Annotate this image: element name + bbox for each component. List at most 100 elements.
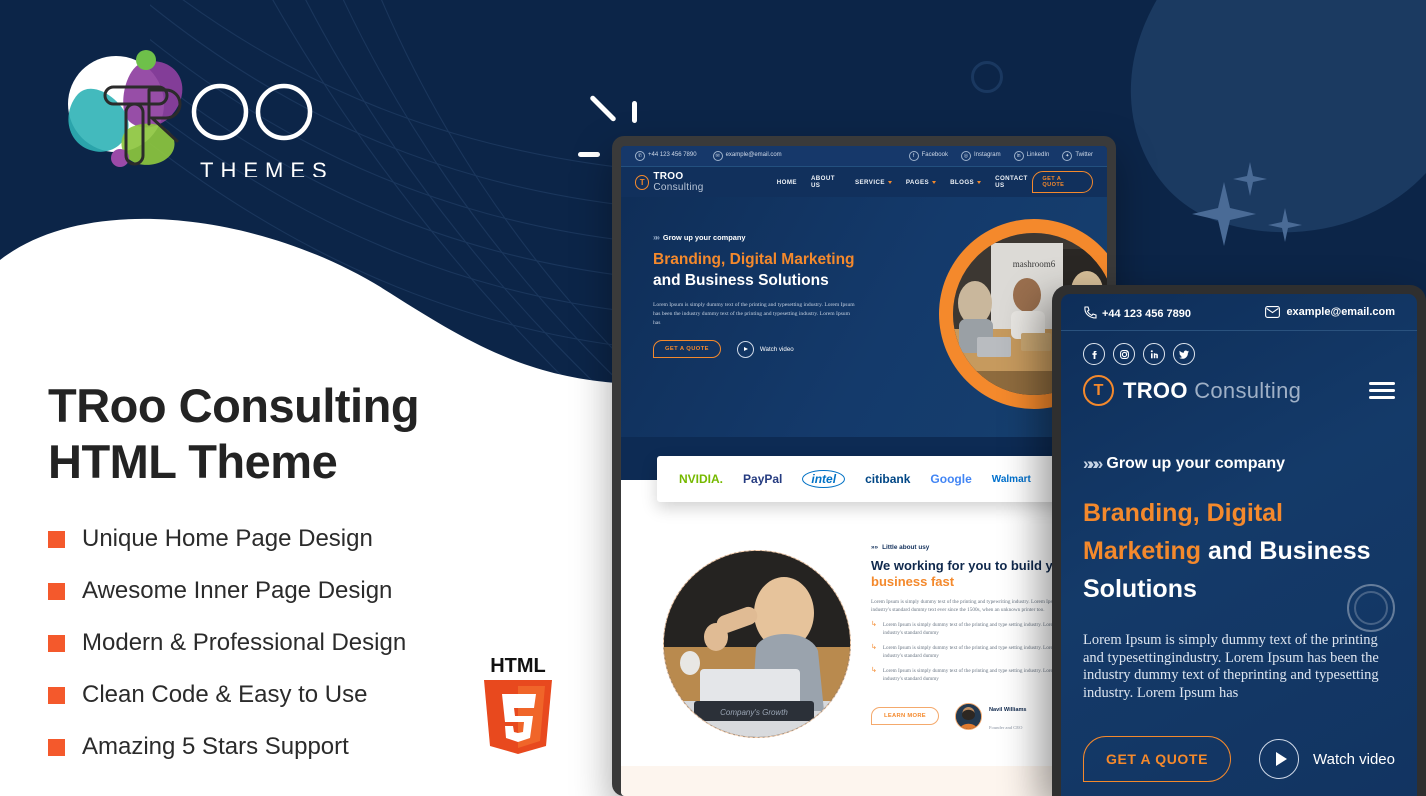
play-icon [736,340,754,358]
mail-icon [1265,306,1281,318]
mobile-eyebrow: »»» Grow up your company [1083,454,1286,473]
desktop-hero-paragraph: Lorem Ipsum is simply dummy text of the … [653,302,855,326]
chevron-down-icon [977,180,982,184]
mobile-hero-paragraph: Lorem Ipsum is simply dummy text of the … [1083,632,1379,701]
desktop-screen: ✆ +44 123 456 7890 ✉ example@email.com f Fa… [621,146,1107,796]
feature-label: Awesome Inner Page Design [82,577,393,604]
facebook-icon: f [908,151,919,161]
bullet-square-icon [48,634,65,652]
desktop-hero-eyebrow: »» Grow up your company [653,233,746,242]
phone-icon [1084,305,1097,319]
desktop-about-section: Company's Growth »» Little about usy We … [621,480,1107,796]
dash-decoration-3 [632,101,637,123]
brand-logo-intel: intel [802,470,846,488]
hero-title-part2: Marketing [1083,537,1202,565]
page-title: TRoo Consulting HTML Theme [48,378,568,490]
instagram-icon[interactable] [1113,343,1135,365]
mobile-cta-row: GET A QUOTE Watch video [1083,736,1395,782]
ring-decoration [1347,584,1395,632]
hamburger-menu-icon[interactable] [1369,382,1395,399]
hero-title-part1: Branding, Digital [1083,499,1283,527]
brand-logo-citibank: citibank [865,472,911,486]
about-title-orange: business fast [871,574,955,589]
feature-label: Modern & Professional Design [82,629,407,656]
twitter-icon: ✦ [1062,151,1073,161]
brand-logo-walmart: Walmart [991,473,1031,485]
mobile-topbar: +44 123 456 7890 example@email.com [1061,294,1417,331]
mobile-get-a-quote-button[interactable]: GET A QUOTE [1083,736,1232,782]
linkedin-icon[interactable] [1143,343,1165,365]
mobile-screen: +44 123 456 7890 example@email.com T TRO… [1061,294,1417,796]
twitter-icon[interactable] [1173,343,1195,365]
hero-photo-sign: mashroom6 [1013,259,1056,269]
sparkle-icons [1192,162,1302,246]
nav-item-pages[interactable]: PAGES [906,175,937,189]
nav-item-service[interactable]: SERVICE [855,175,892,189]
list-item: Awesome Inner Page Design [48,577,568,605]
desktop-hero-cta-row: GET A QUOTE Watch video [653,340,794,358]
feature-label: Unique Home Page Design [82,525,373,552]
author-name: Navil Williams [988,707,1027,713]
desktop-watch-video[interactable]: Watch video [736,340,794,358]
desktop-hero: »» Grow up your company Branding, Digita… [621,197,1107,437]
nav-item-about-us[interactable]: ABOUT US [811,175,841,189]
mobile-phone[interactable]: +44 123 456 7890 [1083,305,1191,320]
brand-logo-google: Google [930,472,972,486]
desktop-get-a-quote-button[interactable]: GET A QUOTE [1032,171,1093,193]
author-block: Navil Williams Founder and CEO [954,698,1027,734]
html5-logo-icon: HTML [476,650,560,755]
chevrons-right-icon: »»» [1083,454,1103,473]
logo-mark-icon: T [1083,375,1114,406]
bullet-square-icon [48,582,65,600]
logo-bold: TROO [653,171,684,182]
promo-banner: THEMES TRoo Consulting HTML Theme Unique… [0,0,1426,796]
nav-item-contact-us[interactable]: CONTACT US [995,175,1032,189]
desktop-brand-logos: NVIDIA. PayPal intel citibank Google Wal… [657,456,1107,502]
nav-item-blogs[interactable]: BLOGS [950,175,982,189]
desktop-phone: ✆ +44 123 456 7890 [635,151,697,161]
social-link-instagram[interactable]: ◎ Instagram [960,151,1001,161]
mobile-email[interactable]: example@email.com [1265,306,1395,318]
phone-icon: ✆ [635,151,645,161]
mobile-brand-row: T TROO Consulting [1061,365,1417,406]
brand-logo-nvidia: NVIDIA. [679,472,724,486]
desktop-mockup: ✆ +44 123 456 7890 ✉ example@email.com f Fa… [612,136,1116,796]
feature-label: Clean Code & Easy to Use [82,681,368,708]
chevrons-right-icon: »» [653,233,660,242]
desktop-hero-quote-button[interactable]: GET A QUOTE [653,340,721,358]
author-role: Founder and CEO [988,725,1023,730]
dash-decoration-2 [578,152,600,157]
play-icon [1259,739,1300,779]
page-title-line1: TRoo Consulting [48,379,420,432]
chevrons-right-icon: »» [871,544,879,551]
mail-icon: ✉ [712,151,723,161]
about-footer-band [621,766,1107,796]
avatar [954,702,982,730]
instagram-icon: ◎ [960,151,971,161]
bullet-square-icon [48,530,65,548]
feature-label: Amazing 5 Stars Support [82,733,349,760]
desktop-topbar: ✆ +44 123 456 7890 ✉ example@email.com f Fa… [621,146,1107,167]
mobile-watch-video[interactable]: Watch video [1259,739,1395,779]
about-title-dark: We working for you to build your [871,558,1074,573]
hero-title-part3: and Business [1201,537,1371,565]
hero-title-orange: Branding, Digital Marketing [653,251,855,268]
hero-title-white: and Business Solutions [653,272,829,289]
facebook-icon[interactable] [1083,343,1105,365]
mobile-mockup: +44 123 456 7890 example@email.com T TRO… [1052,285,1426,796]
desktop-hero-title: Branding, Digital Marketing and Business… [653,249,913,291]
brand-logo-paypal: PayPal [743,472,783,486]
logo-mark-icon: T [635,174,650,190]
troo-themes-logo: THEMES [48,42,338,183]
list-item: Unique Home Page Design [48,525,568,553]
social-link-twitter[interactable]: ✦ Twitter [1062,151,1093,161]
chevron-down-icon [887,180,892,184]
desktop-logo[interactable]: T TROO Consulting [635,171,733,193]
ring-decoration [971,61,1003,93]
learn-more-button[interactable]: LEARN MORE [871,707,939,725]
nav-item-home[interactable]: HOME [777,175,797,189]
social-link-linkedin[interactable]: in LinkedIn [1013,151,1049,161]
logo-bold: TROO [1123,377,1188,403]
logo-light: Consulting [1194,377,1302,403]
social-link-facebook[interactable]: f Facebook [908,151,948,161]
